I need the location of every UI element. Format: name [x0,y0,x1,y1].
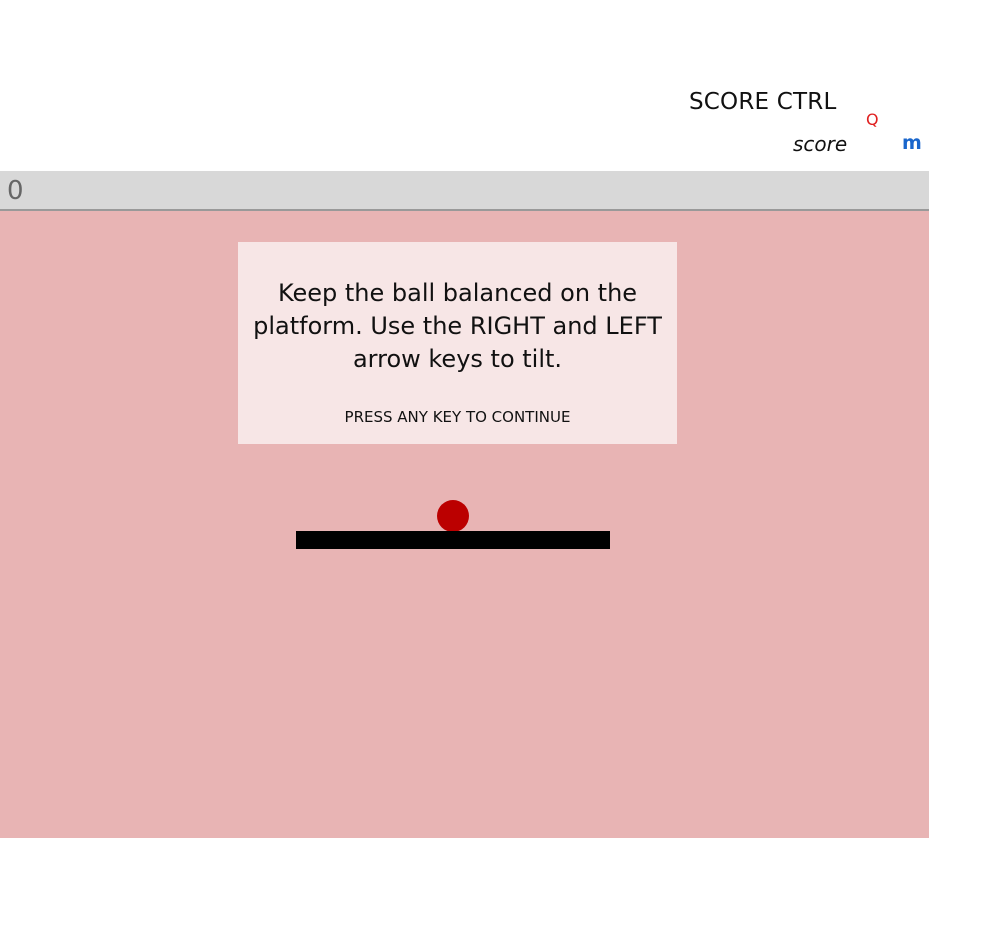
score-bar [0,171,929,211]
m-label: m [902,132,922,154]
score-label: score [793,132,848,156]
score-value: 0 [7,176,24,206]
ball [437,500,469,532]
game-page: SCORE CTRL Q score m 0 Keep the ball bal… [0,0,1008,929]
q-label: Q [866,110,879,129]
instructions-text: Keep the ball balanced on the platform. … [253,279,662,373]
score-ctrl-title: SCORE CTRL [689,89,837,115]
instructions-dialog[interactable]: Keep the ball balanced on the platform. … [238,242,677,444]
platform [296,531,610,549]
continue-prompt: PRESS ANY KEY TO CONTINUE [344,408,571,426]
